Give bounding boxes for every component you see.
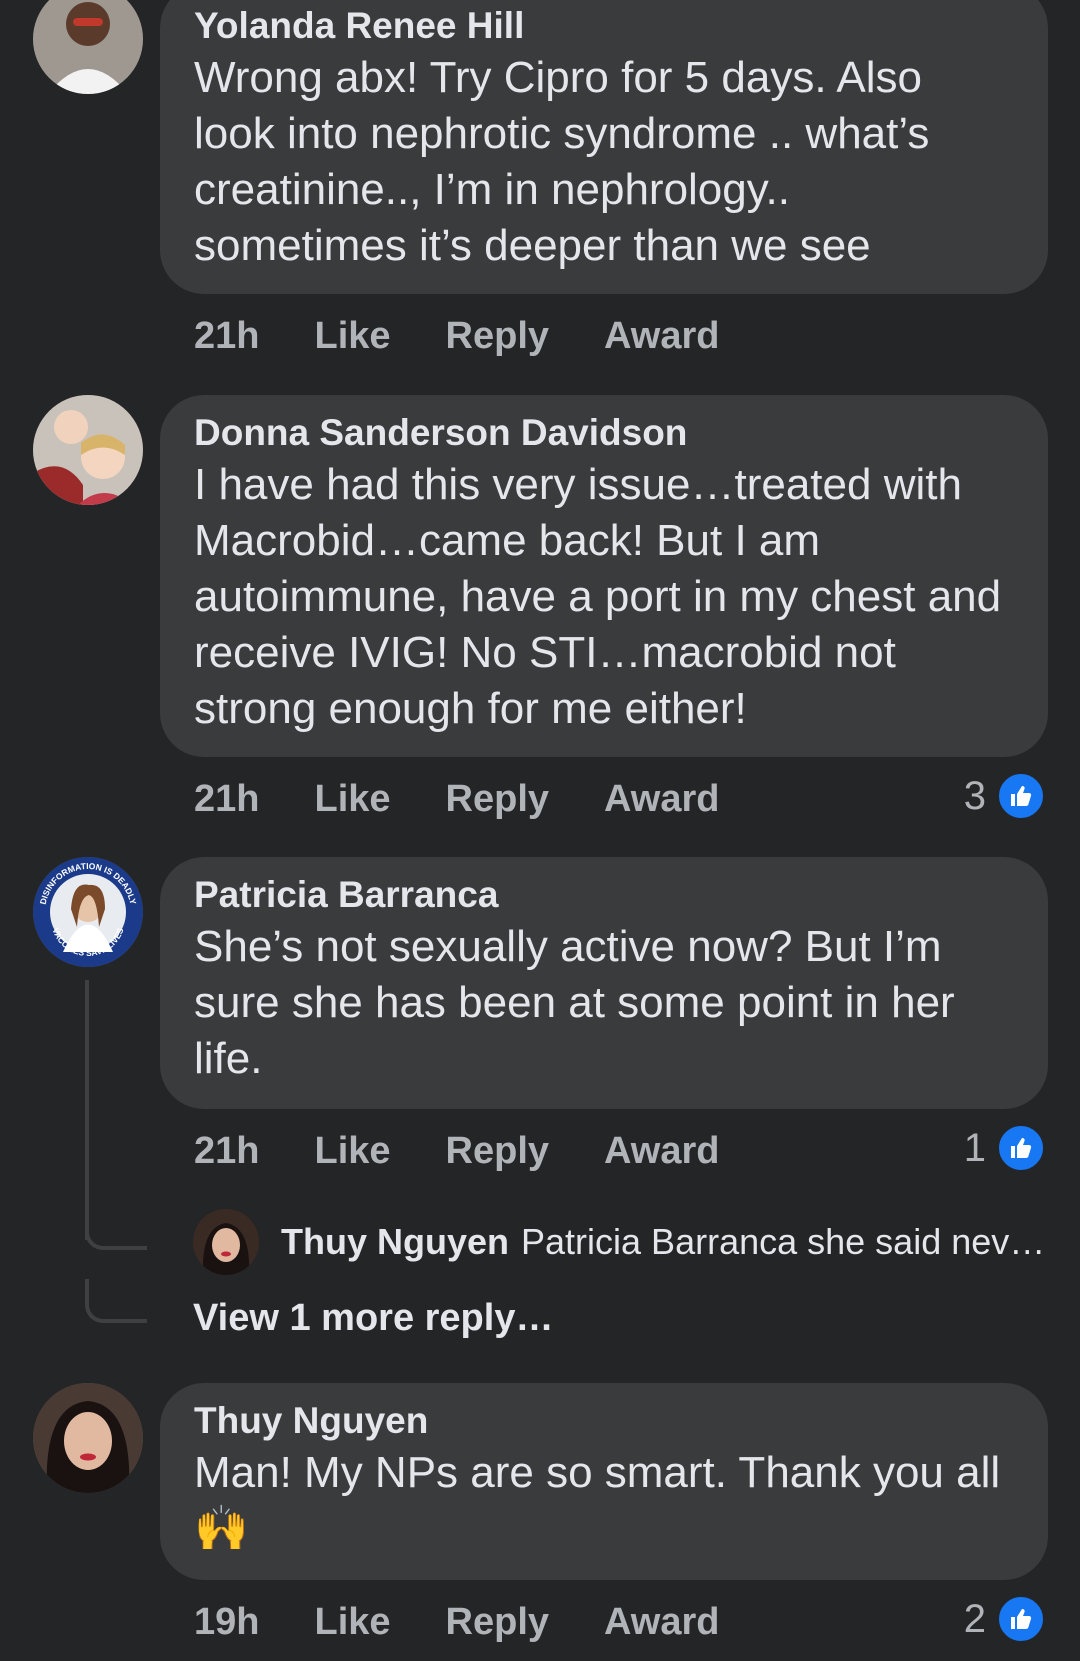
- view-more-replies-link[interactable]: View 1 more reply…: [193, 1297, 553, 1340]
- avatar[interactable]: [33, 1383, 143, 1493]
- reply-author[interactable]: Thuy Nguyen: [281, 1221, 509, 1263]
- avatar-photo: [33, 1383, 143, 1493]
- comment-text: Wrong abx! Try Cipro for 5 days. Also lo…: [194, 53, 930, 270]
- comment-timestamp[interactable]: 21h: [194, 1130, 259, 1173]
- comment-timestamp[interactable]: 19h: [194, 1601, 259, 1644]
- comment-author[interactable]: Patricia Barranca: [194, 871, 1014, 919]
- reaction-count: 3: [963, 773, 986, 818]
- comment-actions: 21h Like Reply Award: [194, 776, 774, 822]
- thread-connector: [85, 1206, 147, 1250]
- comment-bubble[interactable]: Patricia Barranca She’s not sexually act…: [160, 857, 1048, 1109]
- avatar[interactable]: [193, 1209, 259, 1275]
- comment-bubble[interactable]: Donna Sanderson Davidson I have had this…: [160, 395, 1048, 757]
- reply-button[interactable]: Reply: [446, 315, 549, 358]
- like-button[interactable]: Like: [314, 1601, 390, 1644]
- avatar-photo: [193, 1209, 259, 1275]
- avatar-photo: DISINFORMATION IS DEADLY VACCINES SAVE L…: [33, 857, 143, 967]
- award-button[interactable]: Award: [604, 1601, 719, 1644]
- reaction-count: 2: [963, 1596, 986, 1641]
- avatar[interactable]: DISINFORMATION IS DEADLY VACCINES SAVE L…: [33, 857, 143, 967]
- comment-bubble[interactable]: Thuy Nguyen Man! My NPs are so smart. Th…: [160, 1383, 1048, 1580]
- award-button[interactable]: Award: [604, 778, 719, 821]
- like-button[interactable]: Like: [314, 778, 390, 821]
- reply-button[interactable]: Reply: [446, 1601, 549, 1644]
- award-button[interactable]: Award: [604, 315, 719, 358]
- reaction-count: 1: [963, 1125, 986, 1170]
- comment-author[interactable]: Donna Sanderson Davidson: [194, 409, 1014, 457]
- thread-connector: [85, 980, 89, 1240]
- thumbs-up-icon: [996, 1594, 1046, 1644]
- comment-text: Man! My NPs are so smart. Thank you all …: [194, 1448, 1001, 1553]
- comment-timestamp[interactable]: 21h: [194, 315, 259, 358]
- like-button[interactable]: Like: [314, 1130, 390, 1173]
- award-button[interactable]: Award: [604, 1130, 719, 1173]
- comment-actions: 21h Like Reply Award: [194, 1128, 774, 1174]
- comment-text: I have had this very issue…treated with …: [194, 460, 1002, 733]
- reply-preview[interactable]: Thuy Nguyen Patricia Barranca she said n…: [193, 1208, 1045, 1276]
- comment-actions: 21h Like Reply Award: [194, 313, 774, 359]
- comment-author[interactable]: Yolanda Renee Hill: [194, 2, 1014, 50]
- comment-author[interactable]: Thuy Nguyen: [194, 1397, 1014, 1445]
- thread-connector: [85, 1279, 147, 1323]
- reaction-summary[interactable]: 3: [964, 771, 1046, 821]
- avatar-photo: [33, 0, 143, 94]
- reply-button[interactable]: Reply: [446, 1130, 549, 1173]
- reply-text: Patricia Barranca she said nev…: [521, 1221, 1046, 1262]
- avatar-photo: [33, 395, 143, 505]
- thumbs-up-icon: [996, 1123, 1046, 1173]
- thumbs-up-icon: [996, 771, 1046, 821]
- avatar[interactable]: [33, 395, 143, 505]
- like-button[interactable]: Like: [314, 315, 390, 358]
- comment-actions: 19h Like Reply Award: [194, 1599, 774, 1645]
- avatar[interactable]: [33, 0, 143, 94]
- reaction-summary[interactable]: 2: [964, 1594, 1046, 1644]
- comment-timestamp[interactable]: 21h: [194, 778, 259, 821]
- reply-button[interactable]: Reply: [446, 778, 549, 821]
- comment-bubble[interactable]: Yolanda Renee Hill Wrong abx! Try Cipro …: [160, 0, 1048, 294]
- reaction-summary[interactable]: 1: [964, 1123, 1046, 1173]
- comment-text: She’s not sexually active now? But I’m s…: [194, 922, 955, 1083]
